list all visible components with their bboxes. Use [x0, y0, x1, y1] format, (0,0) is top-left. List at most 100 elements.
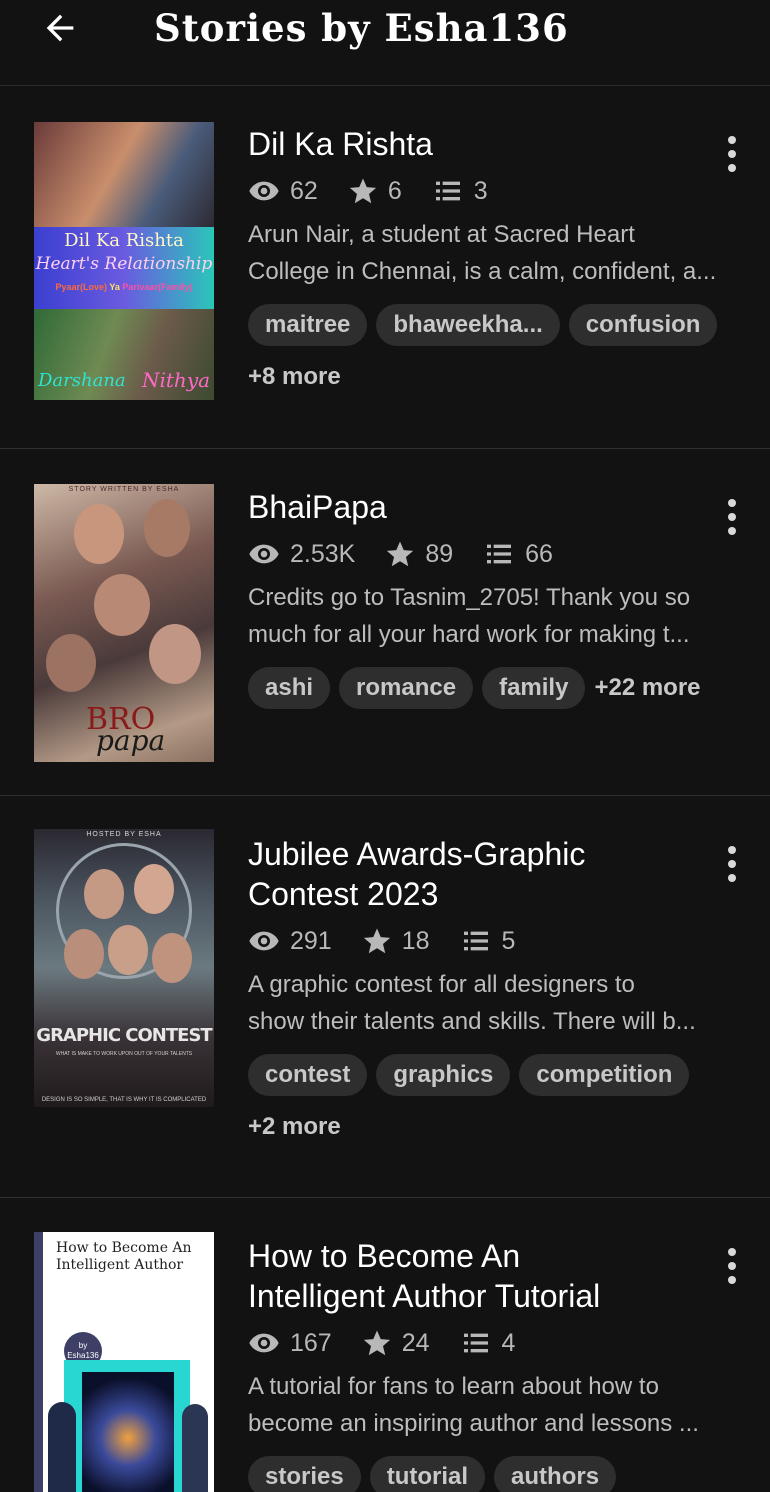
back-button[interactable]	[36, 4, 84, 52]
story-info: How to Become An Intelligent Author Tuto…	[248, 1236, 743, 1492]
cover-subtitle: Intelligent Author	[56, 1257, 184, 1273]
story-stats: 167 24 4	[248, 1328, 743, 1358]
story-cover[interactable]: How to Become An Intelligent Author by E…	[34, 1232, 214, 1492]
tag-chip[interactable]: contest	[248, 1054, 368, 1096]
description-line: Arun Nair, a student at Sacred Heart	[248, 221, 635, 248]
tag-list: stories tutorial authors	[248, 1456, 743, 1492]
tag-chip[interactable]: stories	[248, 1456, 361, 1492]
cover-tag-family: Parivaar(Family)	[122, 282, 193, 292]
cover-word-papa: papa	[96, 724, 166, 757]
author-badge-by: by	[78, 1341, 88, 1350]
story-cover[interactable]: Dil Ka Rishta Heart's Relationship Pyaar…	[34, 122, 214, 400]
cover-title: Dil Ka Rishta	[64, 230, 184, 251]
page-title: Stories by Esha136	[154, 6, 569, 50]
tag-chip[interactable]: authors	[494, 1456, 617, 1492]
views-stat: 2.53K	[248, 538, 355, 570]
parts-stat: 3	[432, 175, 488, 207]
kebab-menu-icon[interactable]	[720, 497, 744, 537]
story-stats: 62 6 3	[248, 176, 743, 206]
tag-chip[interactable]: confusion	[568, 304, 718, 346]
cover-tag-love: Pyaar(Love)	[55, 282, 108, 292]
eye-icon	[249, 1333, 279, 1353]
votes-count: 89	[425, 539, 454, 568]
arrow-left-icon	[46, 14, 74, 42]
story-cover[interactable]: HOSTED BY ESHA GRAPHIC CONTEST WHAT IS M…	[34, 829, 214, 1107]
votes-count: 24	[401, 1328, 430, 1357]
cover-name-right: Nithya	[142, 368, 211, 392]
parts-count: 66	[525, 539, 553, 568]
kebab-menu-icon[interactable]	[720, 1246, 744, 1286]
story-description: A tutorial for fans to learn about how t…	[248, 1368, 738, 1442]
list-icon	[463, 1333, 488, 1353]
views-stat: 167	[248, 1327, 332, 1359]
cover-top-text: HOSTED BY ESHA	[86, 831, 162, 838]
story-info: Dil Ka Rishta 62 6 3 Arun Nair, a studen…	[248, 124, 743, 408]
story-title-line: How to Become An	[248, 1238, 521, 1274]
story-title-line: BhaiPapa	[248, 489, 387, 525]
list-icon	[435, 181, 460, 201]
story-stats: 2.53K 89 66	[248, 539, 743, 569]
more-tags-link[interactable]: +8 more	[248, 356, 341, 398]
views-count: 2.53K	[290, 539, 356, 568]
cover-bottom-text: DESIGN IS SO SIMPLE, THAT IS WHY IT IS C…	[41, 1097, 207, 1103]
story-item[interactable]: Dil Ka Rishta Heart's Relationship Pyaar…	[0, 86, 770, 449]
tag-list: maitree bhaweekha... confusion +8 more	[248, 304, 743, 408]
kebab-menu-icon[interactable]	[720, 844, 744, 884]
parts-count: 4	[501, 1328, 516, 1357]
kebab-menu-icon[interactable]	[720, 134, 744, 174]
tag-chip[interactable]: romance	[339, 667, 474, 709]
tag-chip[interactable]: maitree	[248, 304, 368, 346]
views-stat: 291	[248, 925, 332, 957]
tag-chip[interactable]: competition	[519, 1054, 690, 1096]
cover-main-text: GRAPHIC CONTEST	[36, 1025, 212, 1046]
votes-stat: 89	[385, 539, 453, 569]
story-item[interactable]: HOSTED BY ESHA GRAPHIC CONTEST WHAT IS M…	[0, 796, 770, 1198]
votes-count: 18	[401, 926, 430, 955]
story-cover[interactable]: STORY WRITTEN BY ESHA BRO papa	[34, 484, 214, 762]
votes-stat: 18	[362, 926, 430, 956]
tag-chip[interactable]: family	[482, 667, 586, 709]
eye-icon	[249, 181, 279, 201]
list-icon	[487, 544, 512, 564]
story-title[interactable]: Jubilee Awards-Graphic Contest 2023	[248, 834, 743, 914]
description-line: A tutorial for fans to learn about how t…	[248, 1373, 659, 1400]
star-icon	[349, 178, 376, 204]
top-bar: Stories by Esha136	[0, 0, 770, 86]
eye-icon	[249, 544, 279, 564]
cover-name-left: Darshana	[38, 370, 126, 391]
tag-list: contest graphics competition +2 more	[248, 1054, 743, 1158]
tag-chip[interactable]: bhaweekha...	[376, 304, 560, 346]
tag-chip[interactable]: tutorial	[369, 1456, 486, 1492]
star-icon	[387, 541, 414, 567]
star-icon	[363, 1330, 390, 1356]
description-line: much for all your hard work for making t…	[248, 621, 690, 648]
tag-chip[interactable]: ashi	[248, 667, 331, 709]
views-count: 167	[290, 1328, 332, 1357]
description-line: Credits go to Tasnim_2705! Thank you so	[248, 584, 691, 611]
story-title[interactable]: How to Become An Intelligent Author Tuto…	[248, 1236, 743, 1316]
cover-tag-ya: Ya	[109, 282, 120, 292]
parts-stat: 5	[460, 925, 515, 957]
star-icon	[363, 928, 390, 954]
description-line: A graphic contest for all designers to	[248, 971, 635, 998]
description-line: show their talents and skills. There wil…	[248, 1008, 696, 1035]
description-line: become an inspiring author and lessons .…	[248, 1410, 699, 1437]
description-line: College in Chennai, is a calm, confident…	[248, 258, 717, 285]
story-title[interactable]: Dil Ka Rishta	[248, 124, 743, 164]
parts-stat: 66	[483, 538, 553, 570]
parts-stat: 4	[460, 1327, 516, 1359]
views-count: 291	[290, 926, 332, 955]
tag-chip[interactable]: graphics	[376, 1054, 511, 1096]
eye-icon	[249, 931, 279, 951]
story-item[interactable]: STORY WRITTEN BY ESHA BRO papa BhaiPapa …	[0, 449, 770, 796]
story-stats: 291 18 5	[248, 926, 743, 956]
story-title-line: Contest 2023	[248, 876, 439, 912]
more-tags-link[interactable]: +22 more	[594, 667, 700, 709]
story-title-line: Dil Ka Rishta	[248, 126, 433, 162]
cover-subtitle: Heart's Relationship	[35, 254, 213, 274]
story-title[interactable]: BhaiPapa	[248, 487, 743, 527]
votes-count: 6	[387, 176, 402, 205]
more-tags-link[interactable]: +2 more	[248, 1106, 341, 1148]
story-item[interactable]: How to Become An Intelligent Author by E…	[0, 1198, 770, 1492]
story-description: Arun Nair, a student at Sacred Heart Col…	[248, 216, 738, 290]
